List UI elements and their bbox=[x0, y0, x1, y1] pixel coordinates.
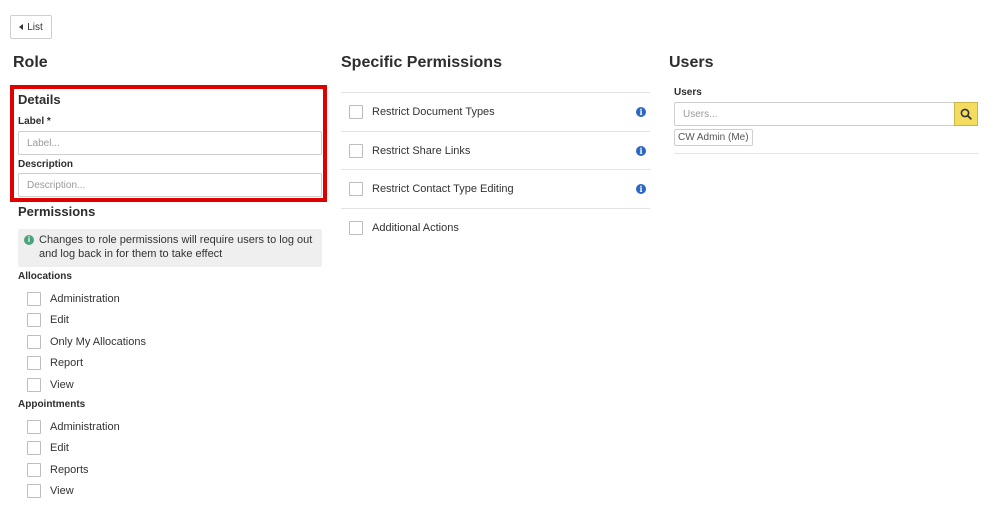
checkbox[interactable] bbox=[27, 484, 41, 498]
specific-permission-restrict-share-links[interactable]: Restrict Share Links i bbox=[341, 131, 650, 169]
checkbox[interactable] bbox=[27, 378, 41, 392]
description-input[interactable] bbox=[18, 173, 322, 197]
back-button-label: List bbox=[27, 21, 43, 33]
group-heading-allocations: Allocations bbox=[18, 271, 72, 282]
label-field-label: Label * bbox=[18, 116, 51, 127]
specific-permission-label: Additional Actions bbox=[372, 221, 459, 234]
specific-permission-label: Restrict Contact Type Editing bbox=[372, 182, 514, 195]
permission-label: Administration bbox=[50, 293, 120, 305]
search-icon bbox=[960, 108, 972, 120]
back-to-list-button[interactable]: List bbox=[10, 15, 52, 39]
specific-permissions-heading: Specific Permissions bbox=[341, 54, 502, 71]
checkbox[interactable] bbox=[349, 143, 363, 158]
description-field-label: Description bbox=[18, 159, 74, 170]
permission-label: Edit bbox=[50, 314, 69, 326]
specific-permission-additional-actions[interactable]: Additional Actions bbox=[341, 208, 650, 246]
group-heading-appointments: Appointments bbox=[18, 399, 86, 410]
users-search-input[interactable] bbox=[674, 102, 955, 126]
details-heading: Details bbox=[18, 92, 61, 107]
permission-appointments-administration[interactable]: Administration bbox=[27, 417, 120, 437]
info-icon[interactable]: i bbox=[636, 183, 646, 194]
permission-label: View bbox=[50, 485, 74, 497]
permission-allocations-edit[interactable]: Edit bbox=[27, 310, 69, 330]
permission-allocations-administration[interactable]: Administration bbox=[27, 289, 120, 309]
checkbox[interactable] bbox=[349, 104, 363, 119]
users-search-button[interactable] bbox=[954, 102, 978, 126]
permission-label: Edit bbox=[50, 442, 69, 454]
permission-label: Report bbox=[50, 357, 84, 369]
checkbox[interactable] bbox=[27, 441, 41, 455]
permission-allocations-report[interactable]: Report bbox=[27, 353, 83, 373]
checkbox[interactable] bbox=[27, 420, 41, 434]
checkbox[interactable] bbox=[27, 356, 41, 370]
label-input[interactable] bbox=[18, 131, 322, 155]
specific-permission-label: Restrict Share Links bbox=[372, 144, 471, 157]
info-icon: i bbox=[24, 235, 34, 245]
users-field-label: Users bbox=[674, 87, 702, 98]
permission-allocations-only-my[interactable]: Only My Allocations bbox=[27, 332, 146, 352]
permission-label: View bbox=[50, 379, 74, 391]
checkbox[interactable] bbox=[27, 335, 41, 349]
info-icon[interactable]: i bbox=[636, 106, 646, 117]
checkbox[interactable] bbox=[349, 220, 363, 235]
permission-appointments-view[interactable]: View bbox=[27, 481, 74, 501]
permission-appointments-edit[interactable]: Edit bbox=[27, 438, 69, 458]
checkbox[interactable] bbox=[27, 313, 41, 327]
permissions-heading: Permissions bbox=[18, 204, 96, 219]
role-heading: Role bbox=[13, 54, 48, 71]
permission-label: Only My Allocations bbox=[50, 336, 146, 348]
permission-allocations-view[interactable]: View bbox=[27, 375, 74, 395]
permission-appointments-reports[interactable]: Reports bbox=[27, 460, 89, 480]
specific-permission-restrict-document-types[interactable]: Restrict Document Types i bbox=[341, 92, 650, 130]
checkbox[interactable] bbox=[27, 463, 41, 477]
specific-permission-label: Restrict Document Types bbox=[372, 105, 495, 118]
checkbox[interactable] bbox=[27, 292, 41, 306]
users-heading: Users bbox=[669, 54, 714, 71]
info-icon[interactable]: i bbox=[636, 145, 646, 156]
permission-label: Reports bbox=[50, 464, 89, 476]
divider bbox=[674, 153, 978, 154]
permissions-notice: i Changes to role permissions will requi… bbox=[18, 229, 322, 267]
notice-text: Changes to role permissions will require… bbox=[39, 234, 313, 260]
checkbox[interactable] bbox=[349, 181, 363, 196]
specific-permission-restrict-contact-type-editing[interactable]: Restrict Contact Type Editing i bbox=[341, 169, 650, 207]
permission-label: Administration bbox=[50, 421, 120, 433]
selected-user-chip[interactable]: CW Admin (Me) bbox=[674, 129, 753, 146]
caret-left-icon bbox=[19, 24, 24, 30]
